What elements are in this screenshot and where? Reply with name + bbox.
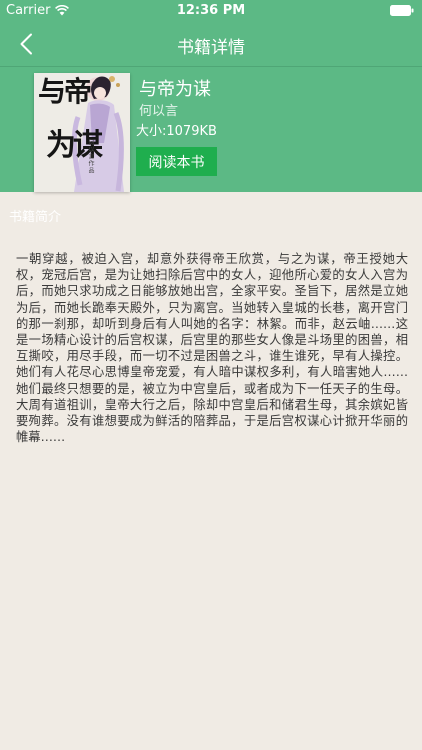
- status-time: 12:36 PM: [176, 3, 246, 18]
- cover-author-vertical: 何以言作品: [87, 139, 94, 174]
- book-author: 何以言: [139, 104, 179, 119]
- book-title: 与帝为谋: [139, 79, 211, 100]
- status-bar: Carrier 12:36 PM: [0, 0, 422, 22]
- navigation-bar: 书籍详情: [0, 22, 422, 66]
- cover-title-line1: 与帝: [38, 75, 92, 108]
- header-divider: [0, 66, 422, 67]
- book-cover[interactable]: 与帝 为谋 何以言作品: [34, 73, 130, 192]
- page-title: 书籍详情: [177, 38, 245, 58]
- book-size: 大小:1079KB: [136, 124, 217, 139]
- battery-icon: [390, 5, 414, 16]
- intro-section-title: 书籍简介: [9, 210, 62, 225]
- read-book-button[interactable]: 阅读本书: [136, 147, 217, 176]
- book-summary: 一朝穿越，被迫入宫，却意外获得帝王欣赏，与之为谋，帝王授她大权，宠冠后宫，是为让…: [16, 252, 408, 445]
